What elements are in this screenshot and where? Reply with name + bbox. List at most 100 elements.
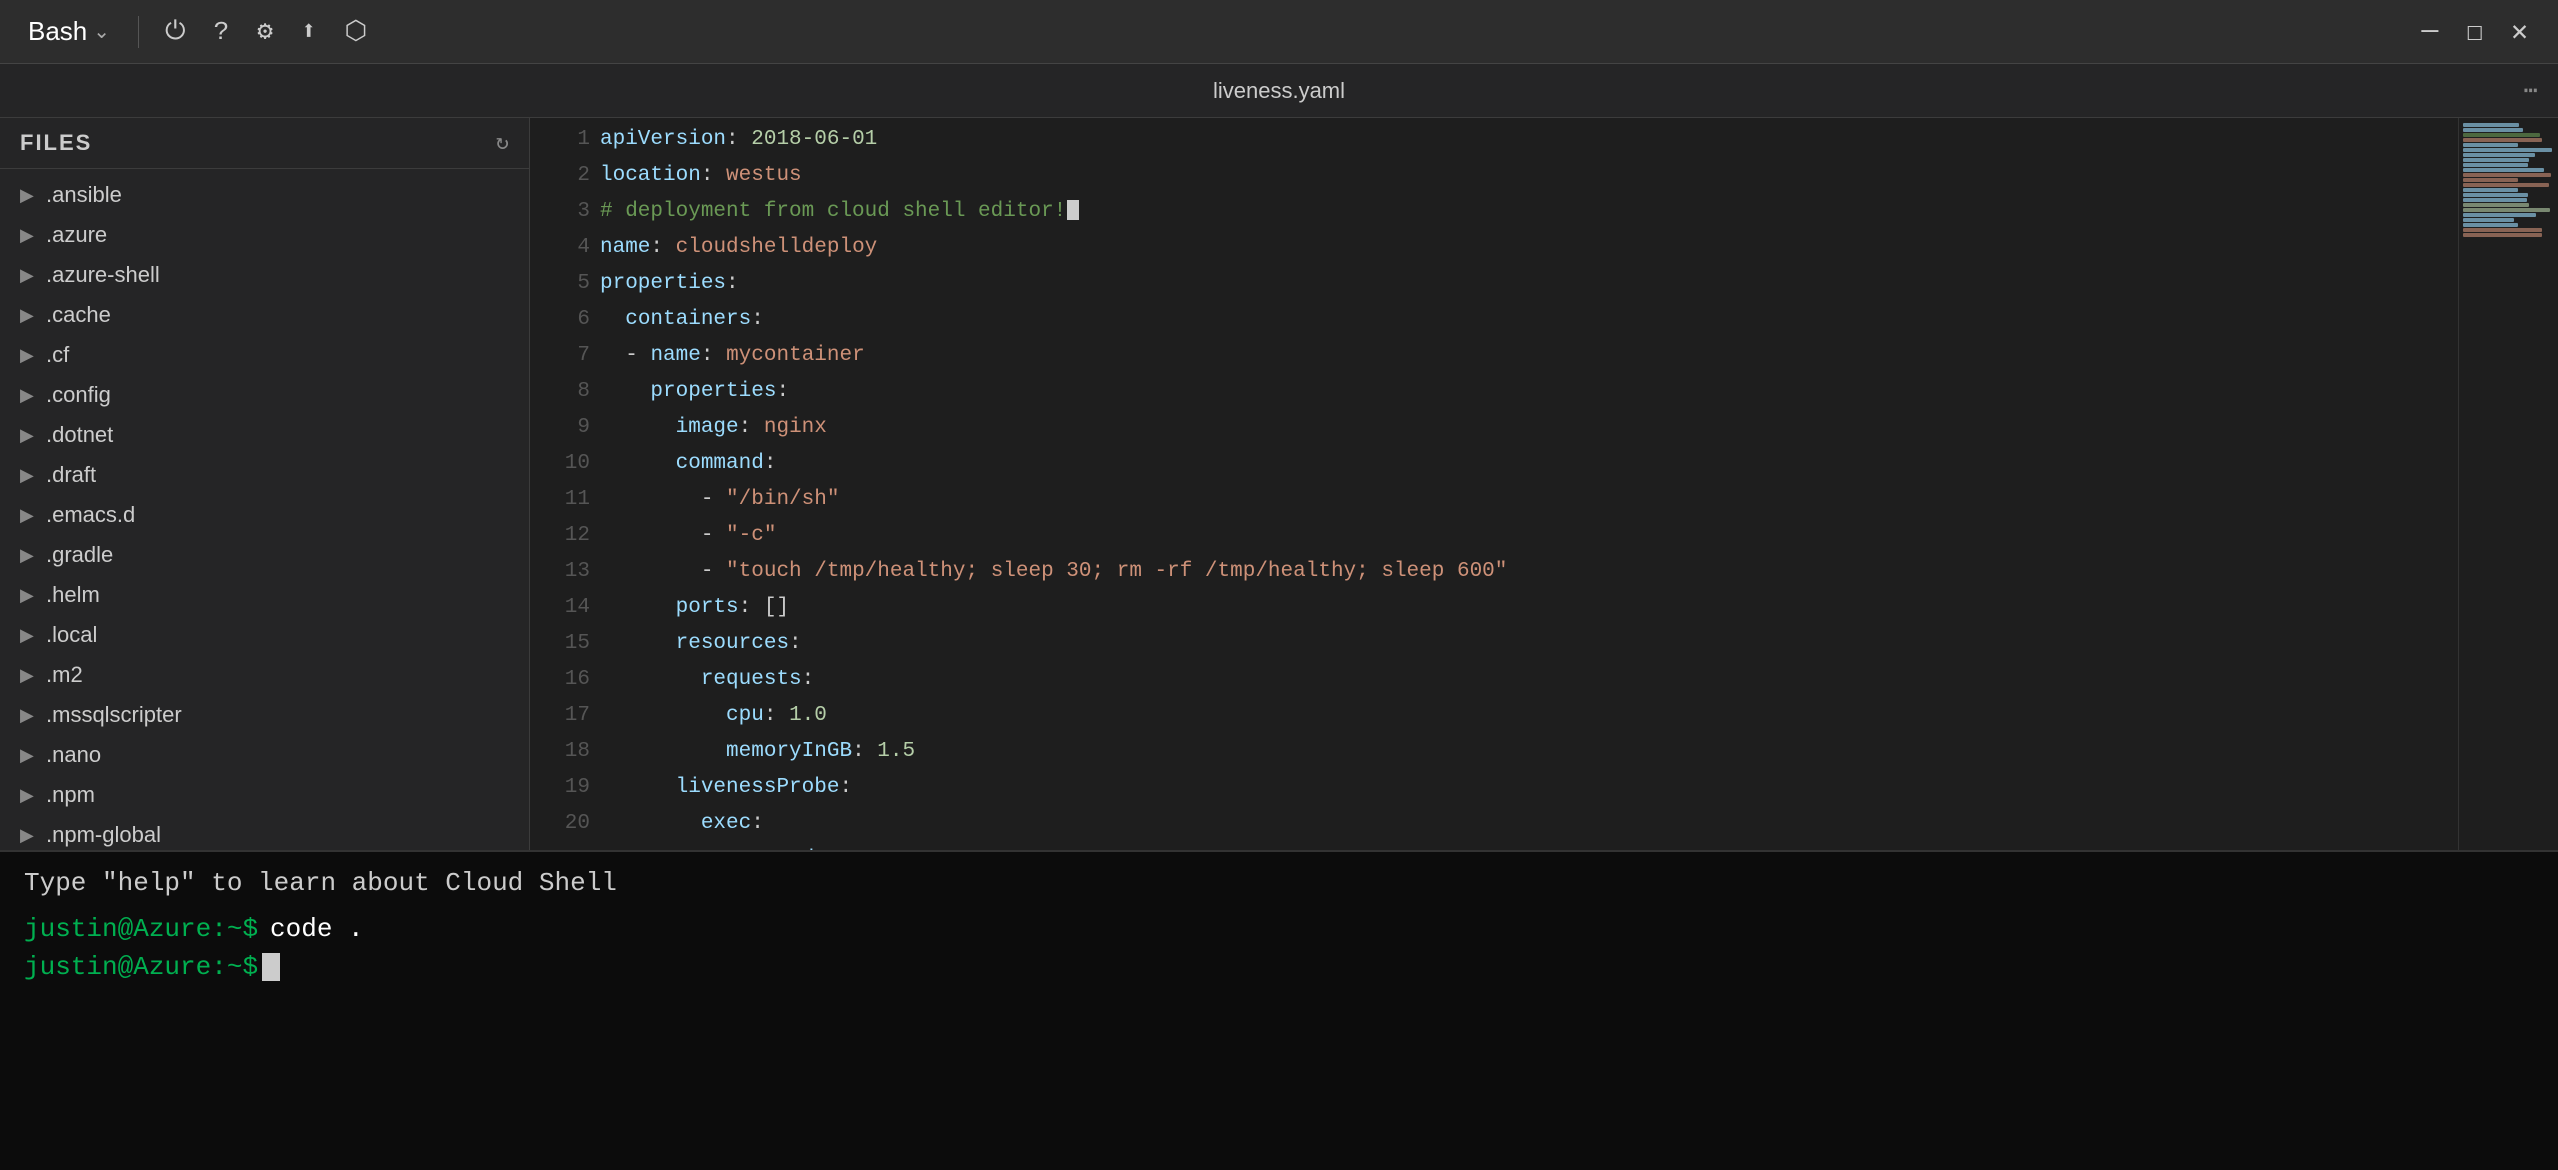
- code-line: command:: [600, 842, 2458, 850]
- line-number: 12: [540, 518, 590, 554]
- line-number: 19: [540, 770, 590, 806]
- line-number: 13: [540, 554, 590, 590]
- tab-bar: liveness.yaml ⋯: [0, 64, 2558, 118]
- terminal[interactable]: Type "help" to learn about Cloud Shell j…: [0, 850, 2558, 1170]
- sidebar: FILES ↻ ▶.ansible▶.azure▶.azure-shell▶.c…: [0, 118, 530, 850]
- terminal-info: Type "help" to learn about Cloud Shell: [24, 868, 2534, 898]
- code-line: # deployment from cloud shell editor!: [600, 194, 2458, 230]
- code-line: exec:: [600, 806, 2458, 842]
- minimap-line: [2463, 223, 2518, 227]
- code-line: memoryInGB: 1.5: [600, 734, 2458, 770]
- minimap-line: [2463, 128, 2523, 132]
- chevron-right-icon: ▶: [20, 225, 36, 246]
- minimap: [2458, 118, 2558, 850]
- line-number: 15: [540, 626, 590, 662]
- prompt2-path: :~$: [211, 952, 258, 982]
- sidebar-file-item[interactable]: ▶.dotnet: [0, 415, 529, 455]
- minimap-line: [2463, 153, 2535, 157]
- line-number: 17: [540, 698, 590, 734]
- sidebar-file-item[interactable]: ▶.cache: [0, 295, 529, 335]
- sidebar-file-item[interactable]: ▶.npm-global: [0, 815, 529, 850]
- code-line: name: cloudshelldeploy: [600, 230, 2458, 266]
- share-icon[interactable]: ⬡: [339, 10, 374, 53]
- minimize-button[interactable]: —: [2411, 12, 2448, 51]
- code-line: location: westus: [600, 158, 2458, 194]
- line-number: 16: [540, 662, 590, 698]
- file-list: ▶.ansible▶.azure▶.azure-shell▶.cache▶.cf…: [0, 169, 529, 850]
- upload-icon[interactable]: ⬆: [295, 10, 323, 53]
- terminal-cursor: [262, 953, 280, 981]
- line-number: 14: [540, 590, 590, 626]
- line-number: 20: [540, 806, 590, 842]
- minimap-line: [2463, 208, 2550, 212]
- sidebar-file-item[interactable]: ▶.m2: [0, 655, 529, 695]
- prompt1-user: justin@Azure: [24, 914, 211, 944]
- line-number: 10: [540, 446, 590, 482]
- minimap-line: [2463, 148, 2552, 152]
- sidebar-file-item[interactable]: ▶.emacs.d: [0, 495, 529, 535]
- prompt2-user: justin@Azure: [24, 952, 211, 982]
- sidebar-file-item[interactable]: ▶.draft: [0, 455, 529, 495]
- toolbar-separator: [138, 16, 139, 48]
- chevron-right-icon: ▶: [20, 465, 36, 486]
- refresh-icon[interactable]: ↻: [496, 130, 509, 156]
- sidebar-file-item[interactable]: ▶.cf: [0, 335, 529, 375]
- minimap-line: [2463, 163, 2528, 167]
- code-line: requests:: [600, 662, 2458, 698]
- maximize-button[interactable]: ☐: [2456, 10, 2493, 53]
- sidebar-header: FILES ↻: [0, 118, 529, 169]
- chevron-right-icon: ▶: [20, 825, 36, 846]
- code-line: - "-c": [600, 518, 2458, 554]
- editor: 1234567891011121314151617181920212223 ap…: [530, 118, 2558, 850]
- chevron-right-icon: ▶: [20, 585, 36, 606]
- help-icon[interactable]: ?: [208, 11, 236, 53]
- line-number: 5: [540, 266, 590, 302]
- settings-icon[interactable]: ⚙: [251, 10, 279, 53]
- code-line: apiVersion: 2018-06-01: [600, 122, 2458, 158]
- terminal-prompt-2: justin@Azure :~$: [24, 952, 2534, 982]
- chevron-right-icon: ▶: [20, 345, 36, 366]
- code-area[interactable]: apiVersion: 2018-06-01location: westus# …: [600, 118, 2458, 850]
- sidebar-file-item[interactable]: ▶.config: [0, 375, 529, 415]
- code-line: properties:: [600, 266, 2458, 302]
- sidebar-file-item[interactable]: ▶.nano: [0, 735, 529, 775]
- chevron-right-icon: ▶: [20, 185, 36, 206]
- sidebar-file-item[interactable]: ▶.mssqlscripter: [0, 695, 529, 735]
- sidebar-file-item[interactable]: ▶.ansible: [0, 175, 529, 215]
- minimap-line: [2463, 133, 2540, 137]
- line-number: 9: [540, 410, 590, 446]
- code-line: containers:: [600, 302, 2458, 338]
- minimap-line: [2463, 158, 2529, 162]
- code-line: properties:: [600, 374, 2458, 410]
- line-number: 6: [540, 302, 590, 338]
- sidebar-file-item[interactable]: ▶.helm: [0, 575, 529, 615]
- sidebar-file-item[interactable]: ▶.npm: [0, 775, 529, 815]
- minimap-line: [2463, 188, 2518, 192]
- minimap-line: [2463, 233, 2542, 237]
- minimap-line: [2463, 178, 2518, 182]
- chevron-right-icon: ▶: [20, 505, 36, 526]
- power-icon[interactable]: ⏻: [159, 11, 192, 53]
- chevron-right-icon: ▶: [20, 625, 36, 646]
- close-button[interactable]: ✕: [2501, 10, 2538, 53]
- sidebar-file-item[interactable]: ▶.local: [0, 615, 529, 655]
- sidebar-file-item[interactable]: ▶.gradle: [0, 535, 529, 575]
- line-number: 8: [540, 374, 590, 410]
- code-line: cpu: 1.0: [600, 698, 2458, 734]
- chevron-right-icon: ▶: [20, 425, 36, 446]
- chevron-right-icon: ▶: [20, 305, 36, 326]
- code-line: image: nginx: [600, 410, 2458, 446]
- minimap-line: [2463, 168, 2544, 172]
- chevron-right-icon: ▶: [20, 665, 36, 686]
- minimap-line: [2463, 198, 2527, 202]
- sidebar-file-item[interactable]: ▶.azure-shell: [0, 255, 529, 295]
- chevron-right-icon: ▶: [20, 385, 36, 406]
- code-line: livenessProbe:: [600, 770, 2458, 806]
- code-line: resources:: [600, 626, 2458, 662]
- terminal-prompt-1: justin@Azure :~$ code .: [24, 914, 2534, 944]
- bash-dropdown[interactable]: Bash ⌄: [20, 12, 118, 51]
- prompt1-cmd: code .: [270, 914, 364, 944]
- tab-more-icon[interactable]: ⋯: [2524, 76, 2538, 106]
- code-line: - name: mycontainer: [600, 338, 2458, 374]
- sidebar-file-item[interactable]: ▶.azure: [0, 215, 529, 255]
